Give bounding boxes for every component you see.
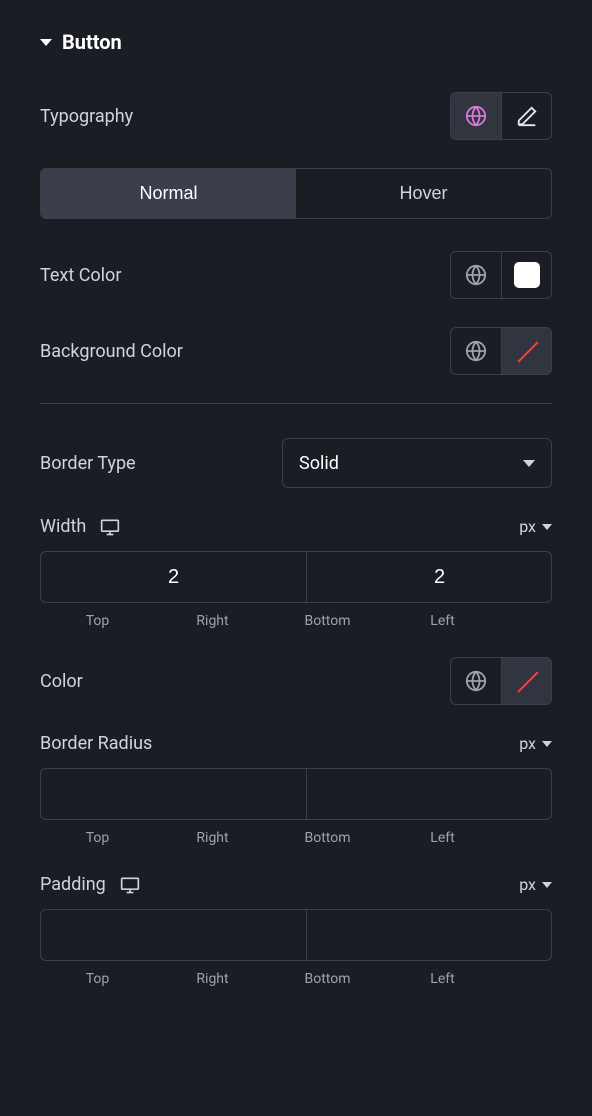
tab-hover[interactable]: Hover <box>296 169 551 218</box>
responsive-button[interactable] <box>100 518 120 536</box>
width-right-input[interactable] <box>307 552 552 602</box>
width-inputs <box>40 551 552 603</box>
padding-unit-toggle[interactable]: px <box>519 875 552 894</box>
color-swatch-none <box>514 338 540 364</box>
background-color-row: Background Color <box>40 327 552 375</box>
padding-inputs <box>40 909 552 961</box>
border-type-label: Border Type <box>40 453 136 474</box>
border-color-controls <box>450 657 552 705</box>
globe-button[interactable] <box>451 252 501 298</box>
padding-side-labels: Top Right Bottom Left <box>40 971 552 987</box>
width-side-labels: Top Right Bottom Left <box>40 613 552 629</box>
width-top-input[interactable] <box>41 552 307 602</box>
padding-right-input[interactable] <box>307 910 552 960</box>
width-unit-toggle[interactable]: px <box>519 517 552 536</box>
width-header: Width px <box>40 516 552 537</box>
border-radius-unit: px <box>519 734 536 753</box>
background-color-controls <box>450 327 552 375</box>
side-label: Top <box>40 613 155 629</box>
border-color-label: Color <box>40 671 83 692</box>
border-radius-side-labels: Top Right Bottom Left <box>40 830 552 846</box>
color-swatch-button[interactable] <box>501 658 551 704</box>
desktop-icon <box>120 876 140 894</box>
color-swatch-none <box>514 668 540 694</box>
border-radius-unit-toggle[interactable]: px <box>519 734 552 753</box>
border-radius-header: Border Radius px <box>40 733 552 754</box>
side-label: Right <box>155 830 270 846</box>
state-tabs: Normal Hover <box>40 168 552 219</box>
tab-normal[interactable]: Normal <box>41 169 296 218</box>
color-swatch-white <box>514 262 540 288</box>
border-type-row: Border Type Solid <box>40 438 552 488</box>
chevron-down-icon <box>542 741 552 747</box>
side-label: Right <box>155 613 270 629</box>
divider <box>40 403 552 404</box>
width-label: Width <box>40 516 86 537</box>
width-unit: px <box>519 517 536 536</box>
padding-unit: px <box>519 875 536 894</box>
side-label: Bottom <box>270 971 385 987</box>
padding-header: Padding px <box>40 874 552 895</box>
text-color-controls <box>450 251 552 299</box>
globe-button[interactable] <box>451 658 501 704</box>
background-color-label: Background Color <box>40 341 183 362</box>
globe-icon <box>465 670 487 692</box>
border-color-row: Color <box>40 657 552 705</box>
typography-label: Typography <box>40 106 133 127</box>
section-title: Button <box>62 30 122 54</box>
border-radius-label: Border Radius <box>40 733 152 754</box>
padding-label: Padding <box>40 874 106 895</box>
globe-button[interactable] <box>451 93 501 139</box>
section-header[interactable]: Button <box>40 30 552 54</box>
chevron-down-icon <box>542 882 552 888</box>
color-swatch-button[interactable] <box>501 252 551 298</box>
padding-top-input[interactable] <box>41 910 307 960</box>
responsive-button[interactable] <box>120 876 140 894</box>
side-label: Bottom <box>270 613 385 629</box>
globe-icon <box>465 340 487 362</box>
side-label: Top <box>40 971 155 987</box>
globe-icon <box>465 105 487 127</box>
border-type-select[interactable]: Solid <box>282 438 552 488</box>
chevron-down-icon <box>40 39 52 46</box>
side-label: Left <box>385 971 500 987</box>
radius-right-input[interactable] <box>307 769 552 819</box>
desktop-icon <box>100 518 120 536</box>
pencil-icon <box>516 105 538 127</box>
chevron-down-icon <box>523 460 535 467</box>
color-swatch-button[interactable] <box>501 328 551 374</box>
text-color-row: Text Color <box>40 251 552 299</box>
radius-top-input[interactable] <box>41 769 307 819</box>
side-label: Left <box>385 613 500 629</box>
typography-controls <box>450 92 552 140</box>
side-label: Bottom <box>270 830 385 846</box>
typography-row: Typography <box>40 92 552 140</box>
side-label: Top <box>40 830 155 846</box>
border-type-value: Solid <box>299 453 339 474</box>
edit-button[interactable] <box>501 93 551 139</box>
globe-icon <box>465 264 487 286</box>
border-radius-inputs <box>40 768 552 820</box>
chevron-down-icon <box>542 524 552 530</box>
text-color-label: Text Color <box>40 265 121 286</box>
side-label: Left <box>385 830 500 846</box>
side-label: Right <box>155 971 270 987</box>
globe-button[interactable] <box>451 328 501 374</box>
